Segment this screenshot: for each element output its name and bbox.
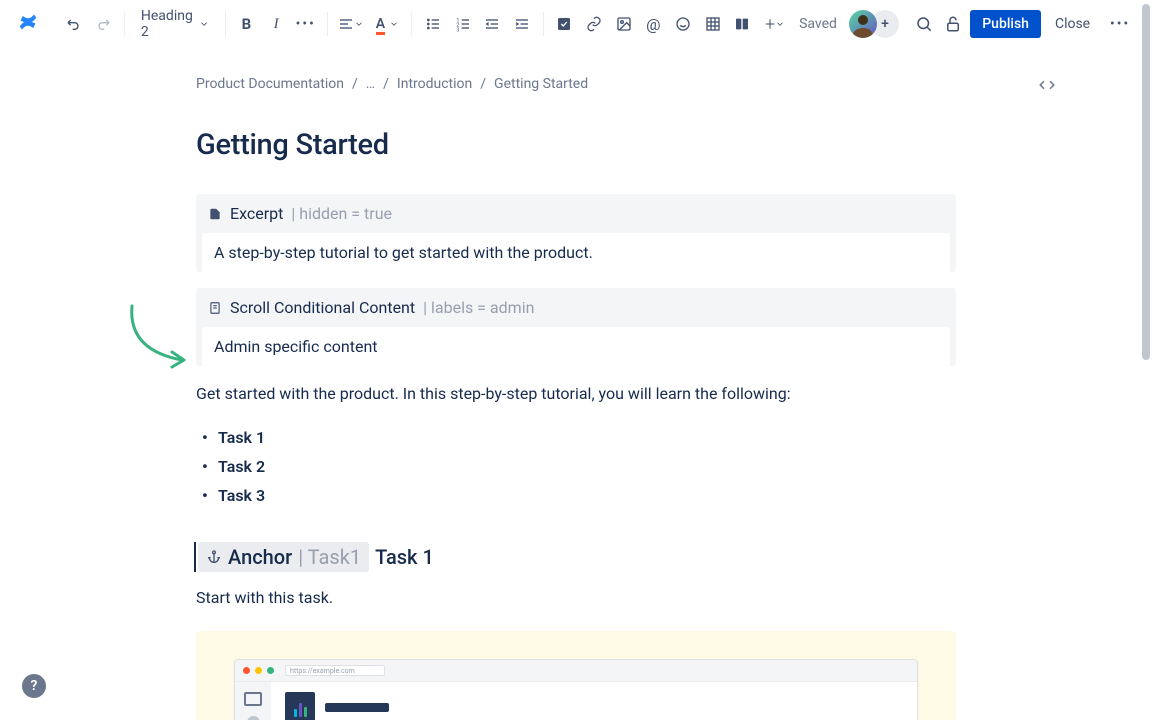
publish-button[interactable]: Publish <box>970 10 1041 38</box>
mock-title-bar <box>325 703 389 712</box>
insert-button[interactable]: + <box>759 8 791 40</box>
window-min-dot <box>255 667 262 674</box>
close-button[interactable]: Close <box>1045 10 1100 38</box>
conditional-body[interactable]: Admin specific content <box>202 327 950 366</box>
macro-name: Scroll Conditional Content <box>230 298 415 317</box>
anchor-label: Anchor <box>228 545 292 569</box>
macro-params: | labels = admin <box>423 298 534 317</box>
breadcrumb-item[interactable]: Introduction <box>397 76 472 92</box>
rail-dot <box>247 716 260 720</box>
rail-icon <box>244 692 262 706</box>
numbered-list-button[interactable]: 123 <box>450 8 476 40</box>
mock-url-bar: https://example.com <box>285 665 385 676</box>
list-item[interactable]: Task 3 <box>218 482 956 511</box>
excerpt-body[interactable]: A step-by-step tutorial to get started w… <box>202 233 950 272</box>
link-button[interactable] <box>581 8 607 40</box>
task-bullet-list[interactable]: Task 1 Task 2 Task 3 <box>196 424 956 510</box>
editor-content[interactable]: Product Documentation / … / Introduction… <box>0 48 1152 720</box>
redo-button[interactable] <box>90 8 116 40</box>
table-button[interactable] <box>700 8 726 40</box>
confluence-logo-icon[interactable] <box>16 10 40 38</box>
macro-params: | hidden = true <box>291 204 392 223</box>
list-item[interactable]: Task 2 <box>218 453 956 482</box>
more-formatting-button[interactable]: ••• <box>293 8 319 40</box>
editor-toolbar: Heading 2 B I ••• A 123 @ + Saved + Publ… <box>0 0 1152 48</box>
anchor-macro[interactable]: Anchor | Task1 <box>198 542 369 572</box>
page-width-toggle[interactable] <box>1038 76 1056 98</box>
heading-2-row[interactable]: Anchor | Task1 Task 1 <box>194 542 956 572</box>
emoji-button[interactable] <box>670 8 696 40</box>
scroll-icon <box>208 301 222 315</box>
list-item[interactable]: Task 1 <box>218 424 956 453</box>
restrictions-button[interactable] <box>941 8 967 40</box>
scrollbar-thumb[interactable] <box>1142 4 1150 360</box>
text-style-label: Heading 2 <box>141 8 195 40</box>
text-color-button[interactable]: A <box>371 8 403 40</box>
page-title[interactable]: Getting Started <box>196 128 956 162</box>
indent-button[interactable] <box>509 8 535 40</box>
svg-text:3: 3 <box>456 27 459 32</box>
bullet-list-button[interactable] <box>420 8 446 40</box>
layouts-button[interactable] <box>729 8 755 40</box>
breadcrumb-item[interactable]: Product Documentation <box>196 76 344 92</box>
heading-2-text[interactable]: Task 1 <box>375 545 434 569</box>
undo-button[interactable] <box>61 8 87 40</box>
mention-button[interactable]: @ <box>641 8 667 40</box>
intro-paragraph[interactable]: Get started with the product. In this st… <box>196 382 956 406</box>
window-close-dot <box>243 667 250 674</box>
saved-status: Saved <box>799 16 837 32</box>
macro-name: Excerpt <box>230 204 283 223</box>
mock-logo <box>285 692 315 720</box>
excerpt-macro[interactable]: Excerpt | hidden = true A step-by-step t… <box>196 194 956 272</box>
task1-paragraph[interactable]: Start with this task. <box>196 588 956 607</box>
presence-avatars[interactable]: + <box>849 10 899 38</box>
user-avatar[interactable] <box>849 10 877 38</box>
breadcrumb: Product Documentation / … / Introduction… <box>196 76 956 92</box>
image-button[interactable] <box>611 8 637 40</box>
breadcrumb-item[interactable]: Getting Started <box>494 76 588 92</box>
help-button[interactable]: ? <box>22 674 46 698</box>
action-item-button[interactable] <box>552 8 578 40</box>
window-max-dot <box>267 667 274 674</box>
search-button[interactable] <box>911 8 937 40</box>
scroll-conditional-macro[interactable]: Scroll Conditional Content | labels = ad… <box>196 288 956 366</box>
italic-button[interactable]: I <box>263 8 289 40</box>
page-icon <box>208 207 222 221</box>
chevron-down-icon <box>199 18 209 30</box>
anchor-param: | Task1 <box>298 545 361 569</box>
annotation-arrow <box>126 302 196 372</box>
outdent-button[interactable] <box>480 8 506 40</box>
placeholder-image[interactable]: https://example.com <box>196 631 956 720</box>
breadcrumb-item[interactable]: … <box>366 76 375 92</box>
more-actions-button[interactable]: ••• <box>1104 8 1136 40</box>
alignment-button[interactable] <box>335 8 367 40</box>
text-style-dropdown[interactable]: Heading 2 <box>133 8 217 40</box>
anchor-icon <box>206 549 222 565</box>
bold-button[interactable]: B <box>234 8 260 40</box>
